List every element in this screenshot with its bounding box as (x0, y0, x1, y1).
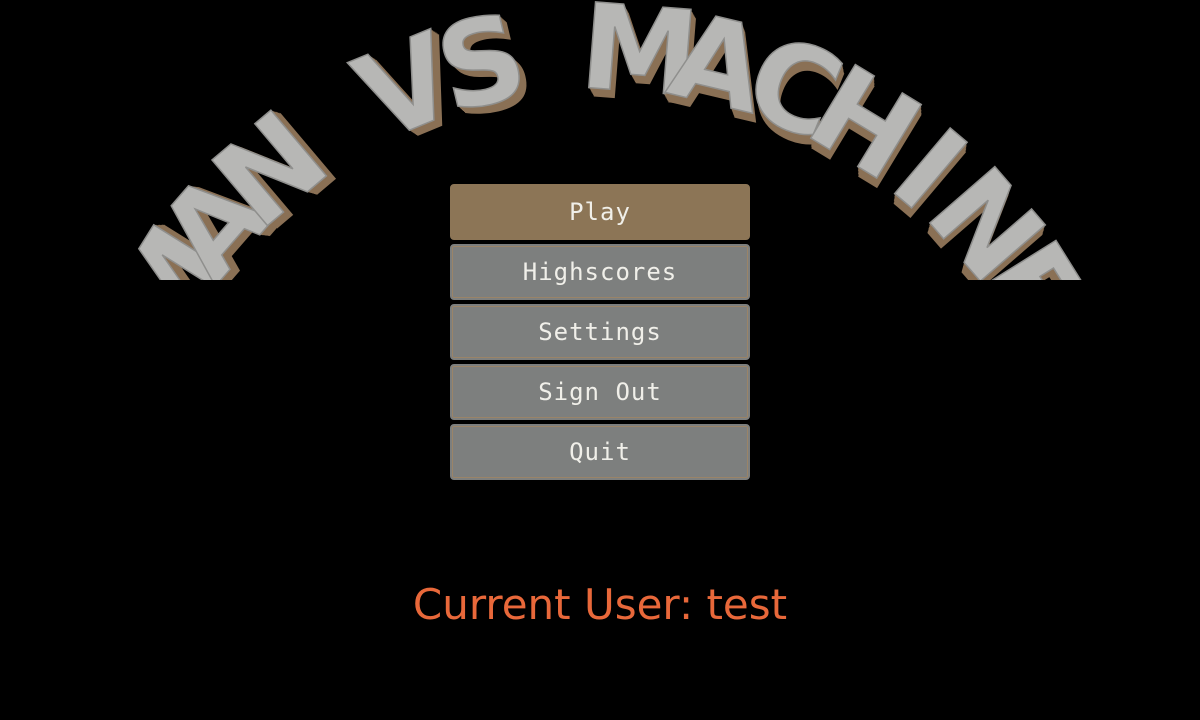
main-menu: Play Highscores Settings Sign Out Quit (450, 184, 750, 484)
settings-button[interactable]: Settings (450, 304, 750, 360)
current-user-label: Current User: test (412, 580, 788, 629)
sign-out-button[interactable]: Sign Out (450, 364, 750, 420)
highscores-button[interactable]: Highscores (450, 244, 750, 300)
quit-button[interactable]: Quit (450, 424, 750, 480)
main-menu-screen: MMMMMMMMAAAAAAAANNNNNNNNVVVVVVVVSSSSSSSS… (0, 0, 1200, 720)
play-button[interactable]: Play (450, 184, 750, 240)
